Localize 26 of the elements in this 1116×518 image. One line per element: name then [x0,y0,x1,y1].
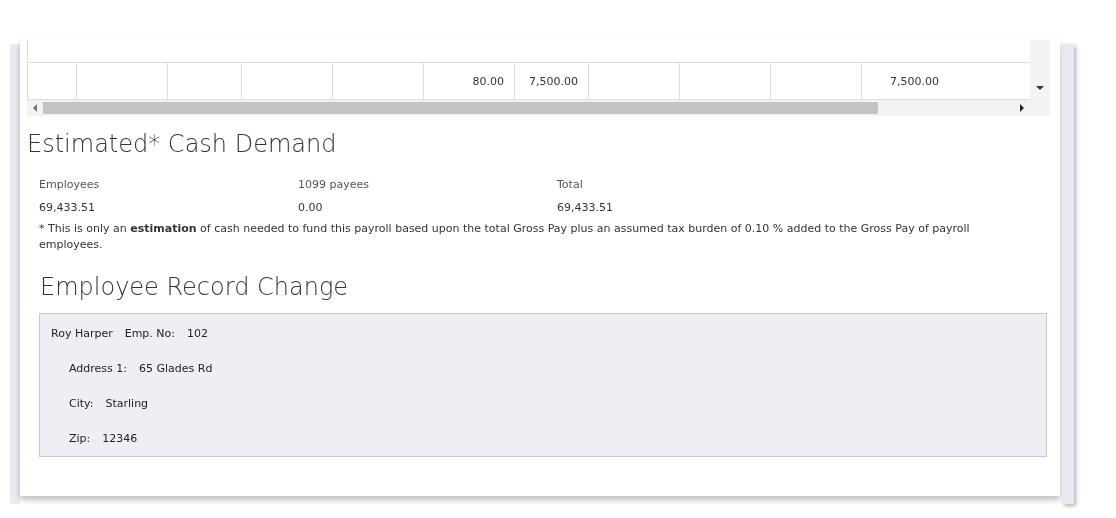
field-value: 12346 [102,432,138,447]
scroll-left-icon[interactable] [31,103,39,113]
column-label: 1099 payees [298,178,370,191]
amount-value: 69,433.51 [557,201,614,214]
field-value: 102 [187,327,208,342]
field-label: City: [69,397,94,412]
vertical-scrollbar[interactable] [1030,40,1050,116]
table-cell: 7,500.00 [529,74,578,88]
employee-name: Roy Harper [51,327,113,342]
amount-value: 69,433.51 [39,201,96,214]
field-label: Address 1: [69,362,127,377]
scroll-down-icon[interactable] [1035,84,1046,92]
section-heading: Estimated* Cash Demand [27,130,338,158]
scroll-right-icon[interactable] [1018,103,1027,113]
field-label: Zip: [69,432,91,447]
amount-value: 0.00 [298,201,324,214]
field-value: 65 Glades Rd [139,362,213,377]
table-cell: 80.00 [472,74,504,88]
section-heading: Employee Record Change [40,273,350,301]
estimation-note: * This is only an estimation of cash needed to fund this payroll based upon the total Gross Pay plus an assumed tax burden of 0.10 % added to the Gross Pay of payroll employees. [39,221,971,253]
table-cell: 7,500.00 [890,74,939,88]
horizontal-scrollbar[interactable] [27,100,1031,116]
field-label: Emp. No: [124,327,175,342]
column-label: Employees [39,178,101,191]
column-label: Total [557,178,584,191]
field-value: Starling [105,397,149,412]
